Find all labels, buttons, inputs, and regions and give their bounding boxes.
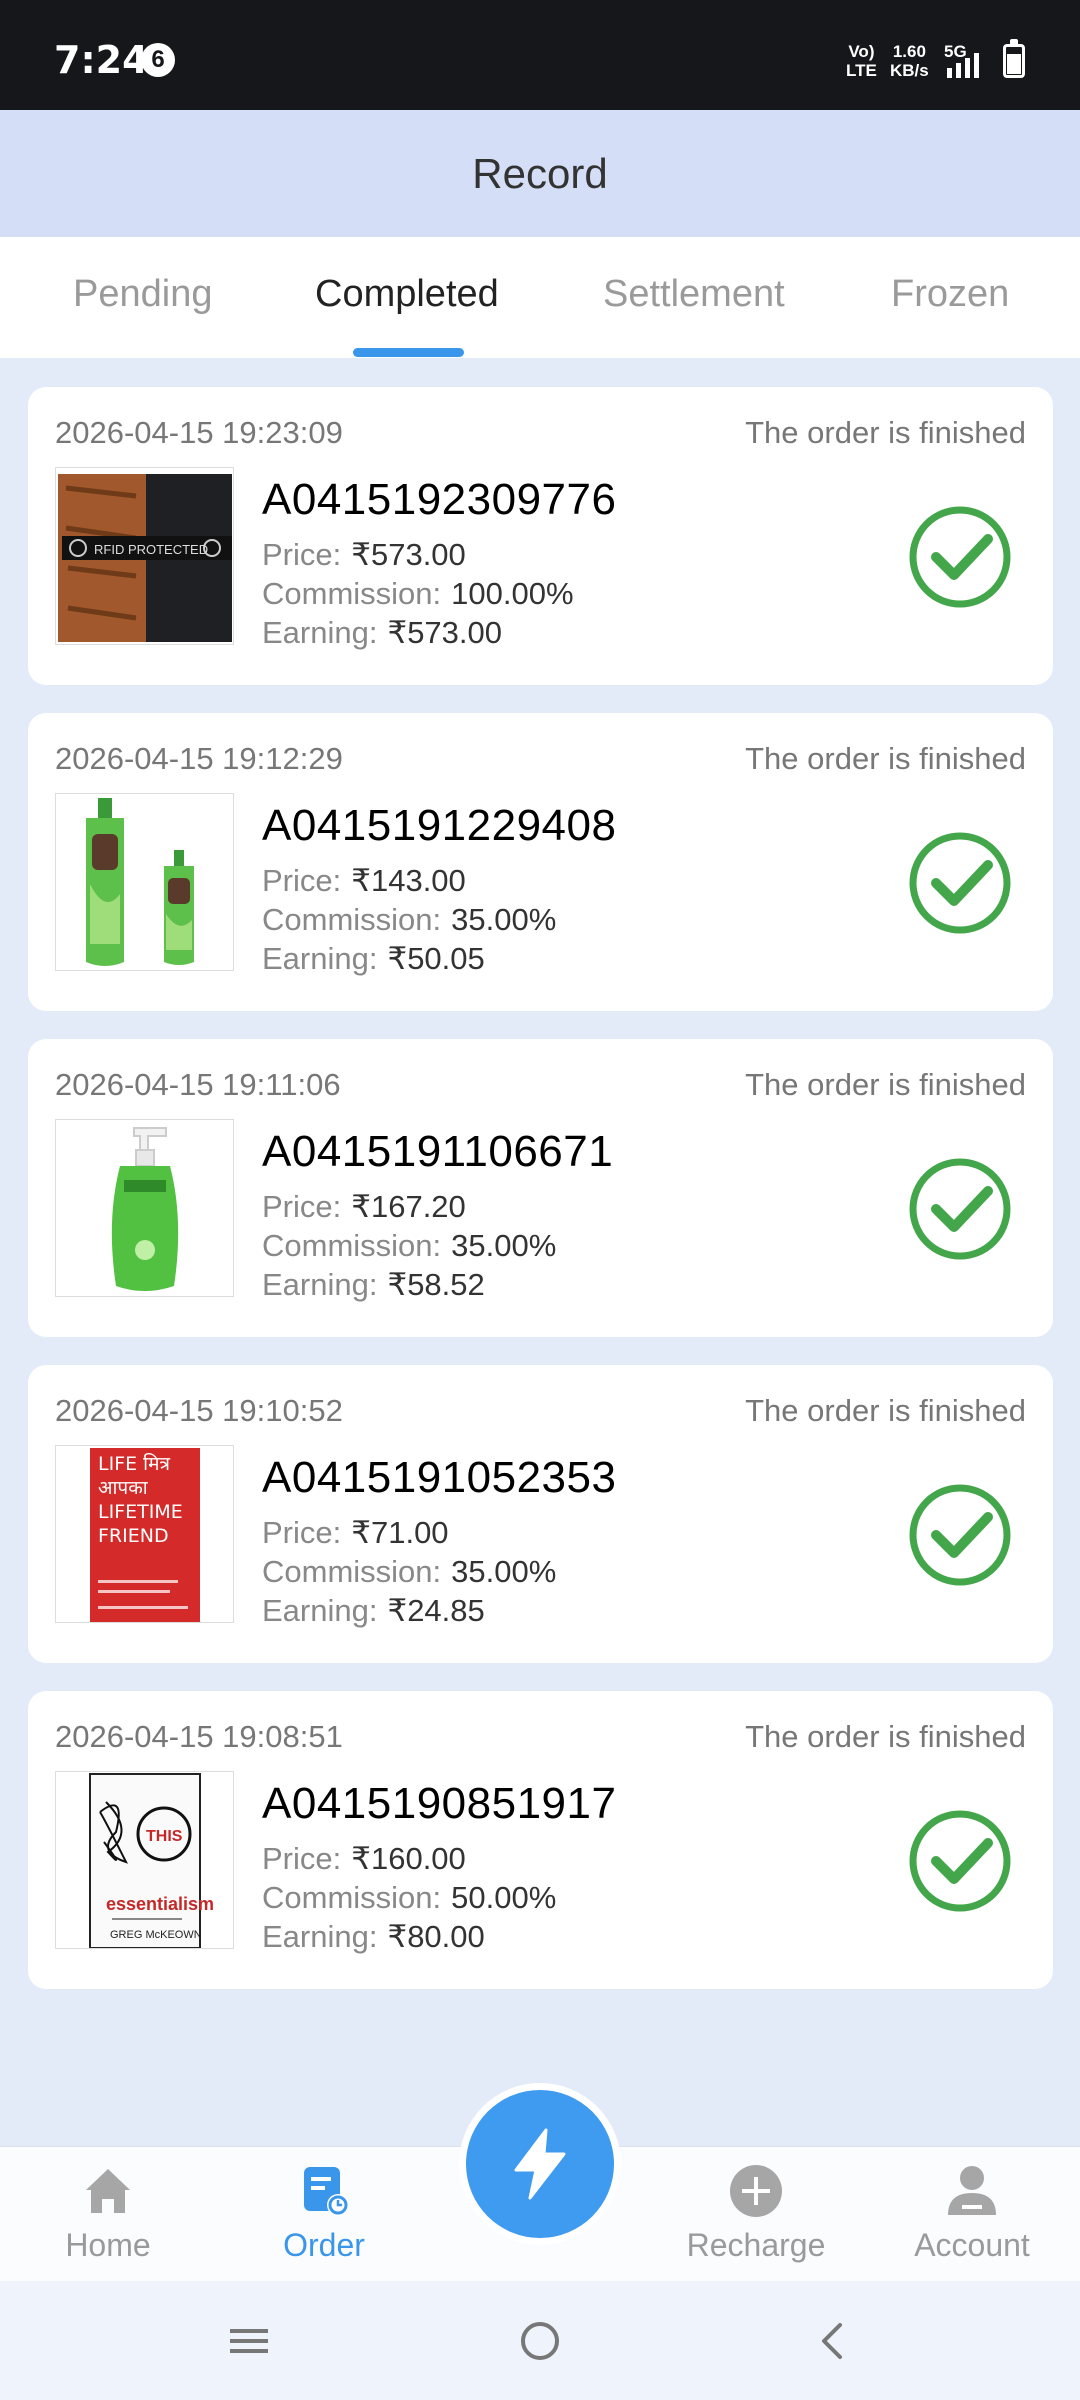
order-price: Price: ₹143.00	[262, 863, 466, 898]
order-number: A0415192309776	[262, 475, 617, 524]
fab-button[interactable]	[459, 2083, 621, 2245]
order-card[interactable]: 2026-04-15 19:12:29 The order is finishe…	[28, 713, 1053, 1011]
product-image-book-essentialism: THIS essentialism GREG McKEOWN	[55, 1771, 234, 1949]
product-image-wallet: RFID PROTECTED	[55, 467, 234, 645]
order-price: Price: ₹167.20	[262, 1189, 466, 1224]
nav-order-label: Order	[283, 2227, 365, 2263]
order-commission: Commission: 35.00%	[262, 1554, 557, 1589]
svg-text:GREG McKEOWN: GREG McKEOWN	[110, 1929, 202, 1941]
order-status: The order is finished	[745, 415, 1026, 450]
plus-circle-icon	[730, 2165, 782, 2217]
order-commission: Commission: 35.00%	[262, 1228, 557, 1263]
order-icon	[304, 2167, 349, 2216]
status-time: 7:24	[54, 38, 149, 82]
nav-account[interactable]: Account	[892, 2163, 1052, 2264]
check-circle-icon	[909, 1484, 1011, 1586]
notification-count-badge: 6	[141, 43, 175, 77]
check-circle-icon	[909, 506, 1011, 608]
nav-home-label: Home	[65, 2227, 151, 2263]
order-commission: Commission: 35.00%	[262, 902, 557, 937]
order-number: A0415191052353	[262, 1453, 617, 1502]
lightning-icon	[514, 2128, 566, 2200]
svg-text:essentialism: essentialism	[106, 1894, 214, 1914]
svg-text:RFID PROTECTED: RFID PROTECTED	[94, 542, 208, 557]
svg-text:LIFETIME: LIFETIME	[98, 1501, 183, 1523]
product-image-book-life-mitra: LIFE मित्र आपका LIFETIME FRIEND	[55, 1445, 234, 1623]
check-circle-icon	[909, 1158, 1011, 1260]
order-price: Price: ₹71.00	[262, 1515, 449, 1550]
order-status: The order is finished	[745, 1719, 1026, 1754]
order-price: Price: ₹573.00	[262, 537, 466, 572]
order-price: Price: ₹160.00	[262, 1841, 466, 1876]
svg-text:THIS: THIS	[146, 1828, 183, 1845]
order-status: The order is finished	[745, 1393, 1026, 1428]
order-status: The order is finished	[745, 1067, 1026, 1102]
order-earning: Earning: ₹24.85	[262, 1593, 485, 1628]
order-datetime: 2026-04-15 19:11:06	[55, 1067, 341, 1102]
order-earning: Earning: ₹50.05	[262, 941, 485, 976]
product-image-hair-oil	[55, 793, 234, 971]
system-nav-bar	[0, 2281, 1080, 2400]
order-commission: Commission: 100.00%	[262, 576, 574, 611]
tab-completed[interactable]: Completed	[315, 273, 499, 316]
order-card[interactable]: 2026-04-15 19:08:51 The order is finishe…	[28, 1691, 1053, 1989]
order-card[interactable]: 2026-04-15 19:11:06 The order is finishe…	[28, 1039, 1053, 1337]
order-card[interactable]: 2026-04-15 19:23:09 The order is finishe…	[28, 387, 1053, 685]
check-circle-icon	[909, 832, 1011, 934]
nav-order[interactable]: Order	[244, 2163, 404, 2264]
tab-settlement[interactable]: Settlement	[603, 273, 785, 316]
status-bar: 7:24 6 Vo) LTE 1.60 KB/s 5G	[0, 0, 1080, 110]
volte-indicator: Vo) LTE	[846, 42, 877, 80]
battery-icon	[1003, 39, 1025, 78]
home-circle-icon[interactable]	[519, 2311, 561, 2371]
home-icon	[86, 2169, 130, 2213]
page-title: Record	[472, 149, 608, 197]
order-number: A0415190851917	[262, 1779, 617, 1828]
order-earning: Earning: ₹573.00	[262, 615, 503, 650]
order-datetime: 2026-04-15 19:08:51	[55, 1719, 343, 1754]
back-icon[interactable]	[814, 2311, 850, 2371]
order-datetime: 2026-04-15 19:10:52	[55, 1393, 343, 1428]
svg-text:LIFE मित्र: LIFE मित्र	[98, 1452, 170, 1475]
order-earning: Earning: ₹58.52	[262, 1267, 485, 1302]
menu-icon[interactable]	[228, 2311, 270, 2371]
nav-recharge-label: Recharge	[686, 2227, 826, 2263]
tab-frozen[interactable]: Frozen	[891, 273, 1009, 316]
order-earning: Earning: ₹80.00	[262, 1919, 485, 1954]
svg-text:FRIEND: FRIEND	[98, 1525, 169, 1547]
order-datetime: 2026-04-15 19:12:29	[55, 741, 343, 776]
network-speed: 1.60 KB/s	[890, 42, 929, 80]
user-icon	[948, 2166, 996, 2215]
nav-account-label: Account	[914, 2227, 1030, 2263]
nav-recharge[interactable]: Recharge	[676, 2163, 836, 2264]
signal-icon	[947, 53, 979, 78]
product-image-face-wash	[55, 1119, 234, 1297]
nav-home[interactable]: Home	[28, 2163, 188, 2264]
order-commission: Commission: 50.00%	[262, 1880, 557, 1915]
order-number: A0415191229408	[262, 801, 617, 850]
order-number: A0415191106671	[262, 1127, 614, 1176]
order-status: The order is finished	[745, 741, 1026, 776]
tab-bar: Pending Completed Settlement Frozen	[0, 237, 1080, 358]
active-tab-indicator	[353, 348, 464, 357]
tab-pending[interactable]: Pending	[73, 273, 212, 316]
page-header: Record	[0, 110, 1080, 237]
check-circle-icon	[909, 1810, 1011, 1912]
svg-text:आपका: आपका	[98, 1477, 149, 1499]
order-card[interactable]: 2026-04-15 19:10:52 The order is finishe…	[28, 1365, 1053, 1663]
order-datetime: 2026-04-15 19:23:09	[55, 415, 343, 450]
